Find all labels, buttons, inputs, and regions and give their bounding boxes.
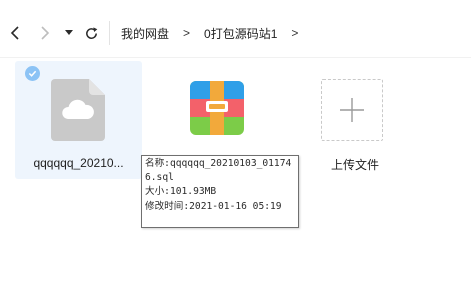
upload-dropzone[interactable] bbox=[321, 79, 383, 141]
breadcrumb-current[interactable]: 0打包源码站1 bbox=[204, 25, 277, 42]
refresh-button[interactable] bbox=[80, 20, 102, 46]
archive-zip-icon bbox=[190, 81, 244, 135]
tooltip-size: 大小:101.93MB bbox=[145, 186, 217, 198]
toolbar: 我的网盘 > 0打包源码站1 > bbox=[0, 0, 471, 58]
history-dropdown-button[interactable] bbox=[61, 20, 77, 46]
tooltip-modified: 修改时间:2021-01-16 05:19 bbox=[145, 200, 282, 212]
refresh-icon bbox=[85, 26, 97, 39]
breadcrumb-separator[interactable]: > bbox=[291, 26, 298, 40]
toolbar-divider bbox=[0, 57, 471, 58]
selected-check-icon[interactable] bbox=[25, 66, 40, 81]
breadcrumb: 我的网盘 > 0打包源码站1 > bbox=[121, 22, 298, 44]
plus-icon bbox=[340, 98, 364, 122]
chevron-left-icon bbox=[10, 26, 19, 40]
tooltip-name: 名称:qqqqqq_20210103_011746.sql bbox=[145, 158, 292, 184]
breadcrumb-separator: > bbox=[183, 26, 191, 40]
file-info-tooltip: 名称:qqqqqq_20210103_011746.sql 大小:101.93M… bbox=[141, 155, 299, 228]
file-tile-sql[interactable]: qqqqqq_20210... bbox=[15, 61, 142, 179]
toolbar-separator bbox=[109, 21, 110, 45]
back-button[interactable] bbox=[4, 20, 26, 46]
upload-file-tile[interactable]: 上传文件 bbox=[305, 61, 405, 179]
upload-file-label: 上传文件 bbox=[330, 158, 379, 172]
caret-down-icon bbox=[65, 30, 73, 35]
cloud-document-icon bbox=[51, 79, 105, 141]
breadcrumb-root[interactable]: 我的网盘 bbox=[121, 25, 169, 42]
file-name: qqqqqq_20210... bbox=[33, 156, 124, 170]
chevron-right-icon bbox=[41, 26, 50, 40]
forward-button[interactable] bbox=[34, 20, 56, 46]
